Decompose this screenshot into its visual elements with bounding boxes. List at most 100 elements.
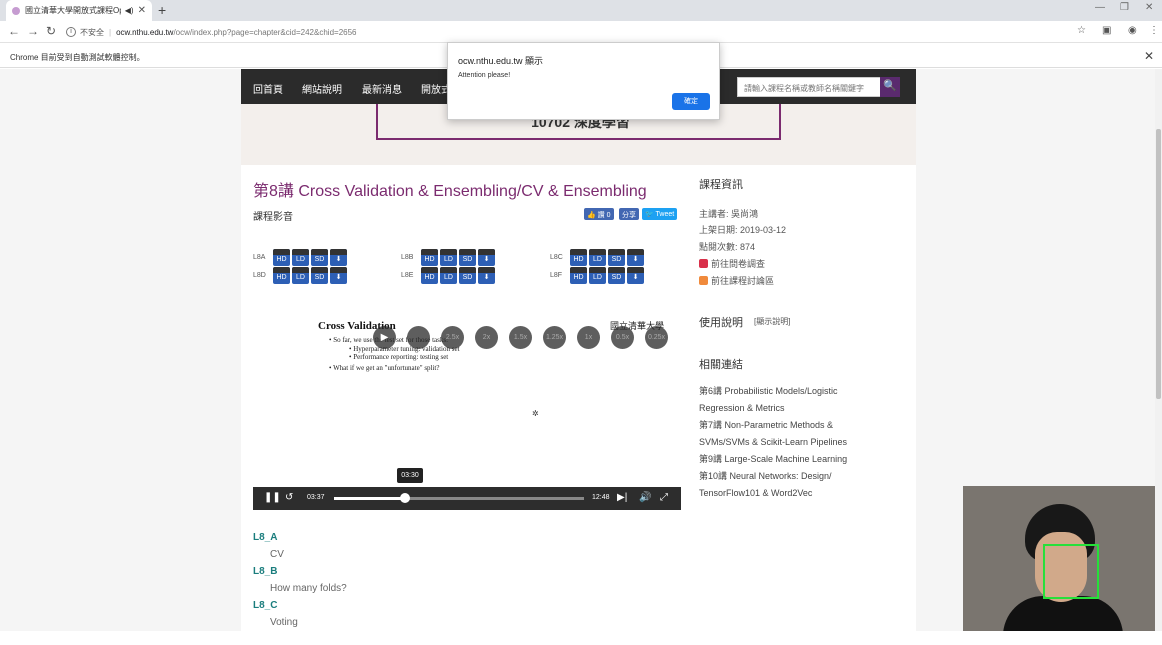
nav-home[interactable]: 回首頁 [253,81,283,96]
nav-about[interactable]: 網站說明 [302,81,342,96]
slide-bullet: • What if we get an "unfortunate" split? [329,364,440,372]
speed-option-button[interactable] [407,326,430,349]
minimize-icon[interactable]: — [1095,2,1105,13]
close-tab-icon[interactable]: ✕ [138,5,146,16]
quality-label: ⬇ [335,274,342,281]
quality-button[interactable]: SD [459,267,476,284]
tab-title: 國立清華大學開放式課程OpenCourseWare [25,6,121,15]
speed-option-button[interactable]: 1x [577,326,600,349]
browser-tab[interactable]: 國立清華大學開放式課程OpenCourseWare ◀) ✕ [6,0,152,21]
download-button[interactable]: ⬇ [627,267,644,284]
quality-button[interactable]: HD [273,249,290,266]
video-player[interactable]: Cross Validation • So far, we use the te… [253,312,681,510]
url-separator: | [109,27,112,37]
quality-label: ⬇ [483,274,490,281]
related-links-list: 第6講 Probabilistic Models/Logistic Regres… [699,383,877,502]
quality-button[interactable]: HD [273,267,290,284]
quality-button[interactable]: SD [608,249,625,266]
lecture-part-label: L8B [401,254,414,261]
quality-button[interactable]: LD [292,267,309,284]
download-button[interactable]: ⬇ [627,249,644,266]
download-button[interactable]: ⬇ [330,249,347,266]
related-link[interactable]: 第7講 Non-Parametric Methods & SVMs/SVMs &… [699,417,877,451]
speed-option-button[interactable]: 0.25x [645,326,668,349]
loading-spinner-icon: ✲ [532,409,539,418]
search-input[interactable]: 請輸入課程名稱或教師名稱關鍵字 [737,77,884,97]
back-icon[interactable]: ← [8,24,20,38]
quality-button[interactable]: SD [311,267,328,284]
quality-button[interactable]: LD [589,249,606,266]
quality-button[interactable]: SD [311,249,328,266]
forum-link[interactable]: 前往課程討論區 [699,274,774,287]
lesson-id[interactable]: L8_B [253,566,277,577]
browser-toolbar: ← → ↻ i 不安全 | ocw.nthu.edu.tw /ocw/index… [0,21,1162,43]
pause-button[interactable]: ❚❚ [264,492,281,503]
download-button[interactable]: ⬇ [478,249,495,266]
quality-label: HD [424,256,435,263]
progress-thumb[interactable] [399,493,410,503]
lecture-part-row: L8E HD LD SD ⬇ [401,267,497,284]
menu-icon[interactable]: ⋮ [1149,25,1159,36]
face-detection-box [1043,544,1099,599]
search-button[interactable]: 🔍 [880,77,900,97]
quality-button[interactable]: HD [570,249,587,266]
speed-option-button[interactable]: 1.25x [543,326,566,349]
quality-button[interactable]: LD [292,249,309,266]
quality-button[interactable]: HD [421,267,438,284]
facebook-like-button[interactable]: 👍 讚 0 [584,208,614,220]
lesson-id[interactable]: L8_C [253,600,277,611]
speed-option-button[interactable]: 2x [475,326,498,349]
lecture-title-suffix: 講 Cross Validation & Ensembling/CV & Ens… [277,183,647,200]
audio-playing-icon[interactable]: ◀) [125,6,134,15]
infobar-close-icon[interactable]: ✕ [1144,49,1154,63]
lecture-part-row: L8A HD LD SD ⬇ [253,249,349,266]
reload-icon[interactable]: ↻ [46,24,56,38]
lesson-id[interactable]: L8_A [253,532,277,543]
quality-label: LD [444,274,453,281]
speed-option-button[interactable]: 0.5x [611,326,634,349]
quality-button[interactable]: LD [440,249,457,266]
lecture-part-row: L8D HD LD SD ⬇ [253,267,349,284]
scrollbar-thumb[interactable] [1156,129,1161,399]
related-link[interactable]: 第9講 Large-Scale Machine Learning [699,451,877,468]
address-bar[interactable]: i 不安全 | ocw.nthu.edu.tw /ocw/index.php?p… [66,24,1090,40]
speed-option-button[interactable]: 2.5x [441,326,464,349]
security-label: 不安全 [80,27,104,37]
profile-icon[interactable]: ◉ [1128,25,1137,36]
quality-button[interactable]: SD [459,249,476,266]
download-button[interactable]: ⬇ [478,267,495,284]
related-link[interactable]: 第6講 Probabilistic Models/Logistic Regres… [699,383,877,417]
speed-option-button[interactable]: 1.5x [509,326,532,349]
nav-news[interactable]: 最新消息 [362,81,402,96]
usage-toggle-link[interactable]: [顯示說明] [754,316,790,327]
quality-button[interactable]: HD [421,249,438,266]
restore-icon[interactable]: ❐ [1120,2,1129,13]
lecture-title-prefix: 第 [253,183,270,200]
window-close-icon[interactable]: ✕ [1145,2,1153,13]
facebook-share-button[interactable]: 分享 [619,208,639,220]
quality-label: HD [573,274,584,281]
bookmark-star-icon[interactable]: ☆ [1077,25,1086,36]
quality-button[interactable]: LD [589,267,606,284]
current-time: 03:37 [307,494,325,501]
survey-link[interactable]: 前往問卷調查 [699,257,765,270]
quality-button[interactable]: SD [608,267,625,284]
fullscreen-icon[interactable]: ⤢ [660,492,668,503]
next-button[interactable]: ▶| [617,492,627,503]
info-icon[interactable]: i [66,27,76,37]
download-button[interactable]: ⬇ [330,267,347,284]
dialog-ok-button[interactable]: 確定 [672,93,710,110]
progress-bar[interactable] [334,493,584,503]
page-scrollbar[interactable] [1155,69,1162,631]
play-icon[interactable]: ▶ [373,326,396,349]
extension-icon[interactable]: ▣ [1102,25,1111,36]
tweet-button[interactable]: 🐦 Tweet [642,208,678,220]
quality-label: HD [276,256,287,263]
quality-button[interactable]: HD [570,267,587,284]
related-link[interactable]: 第10講 Neural Networks: Design/ TensorFlow… [699,468,877,502]
quality-button[interactable]: LD [440,267,457,284]
volume-icon[interactable]: 🔊 [639,492,651,503]
replay-icon[interactable]: ↺ [285,492,293,503]
new-tab-button[interactable]: + [158,2,166,18]
forward-icon[interactable]: → [27,24,39,38]
